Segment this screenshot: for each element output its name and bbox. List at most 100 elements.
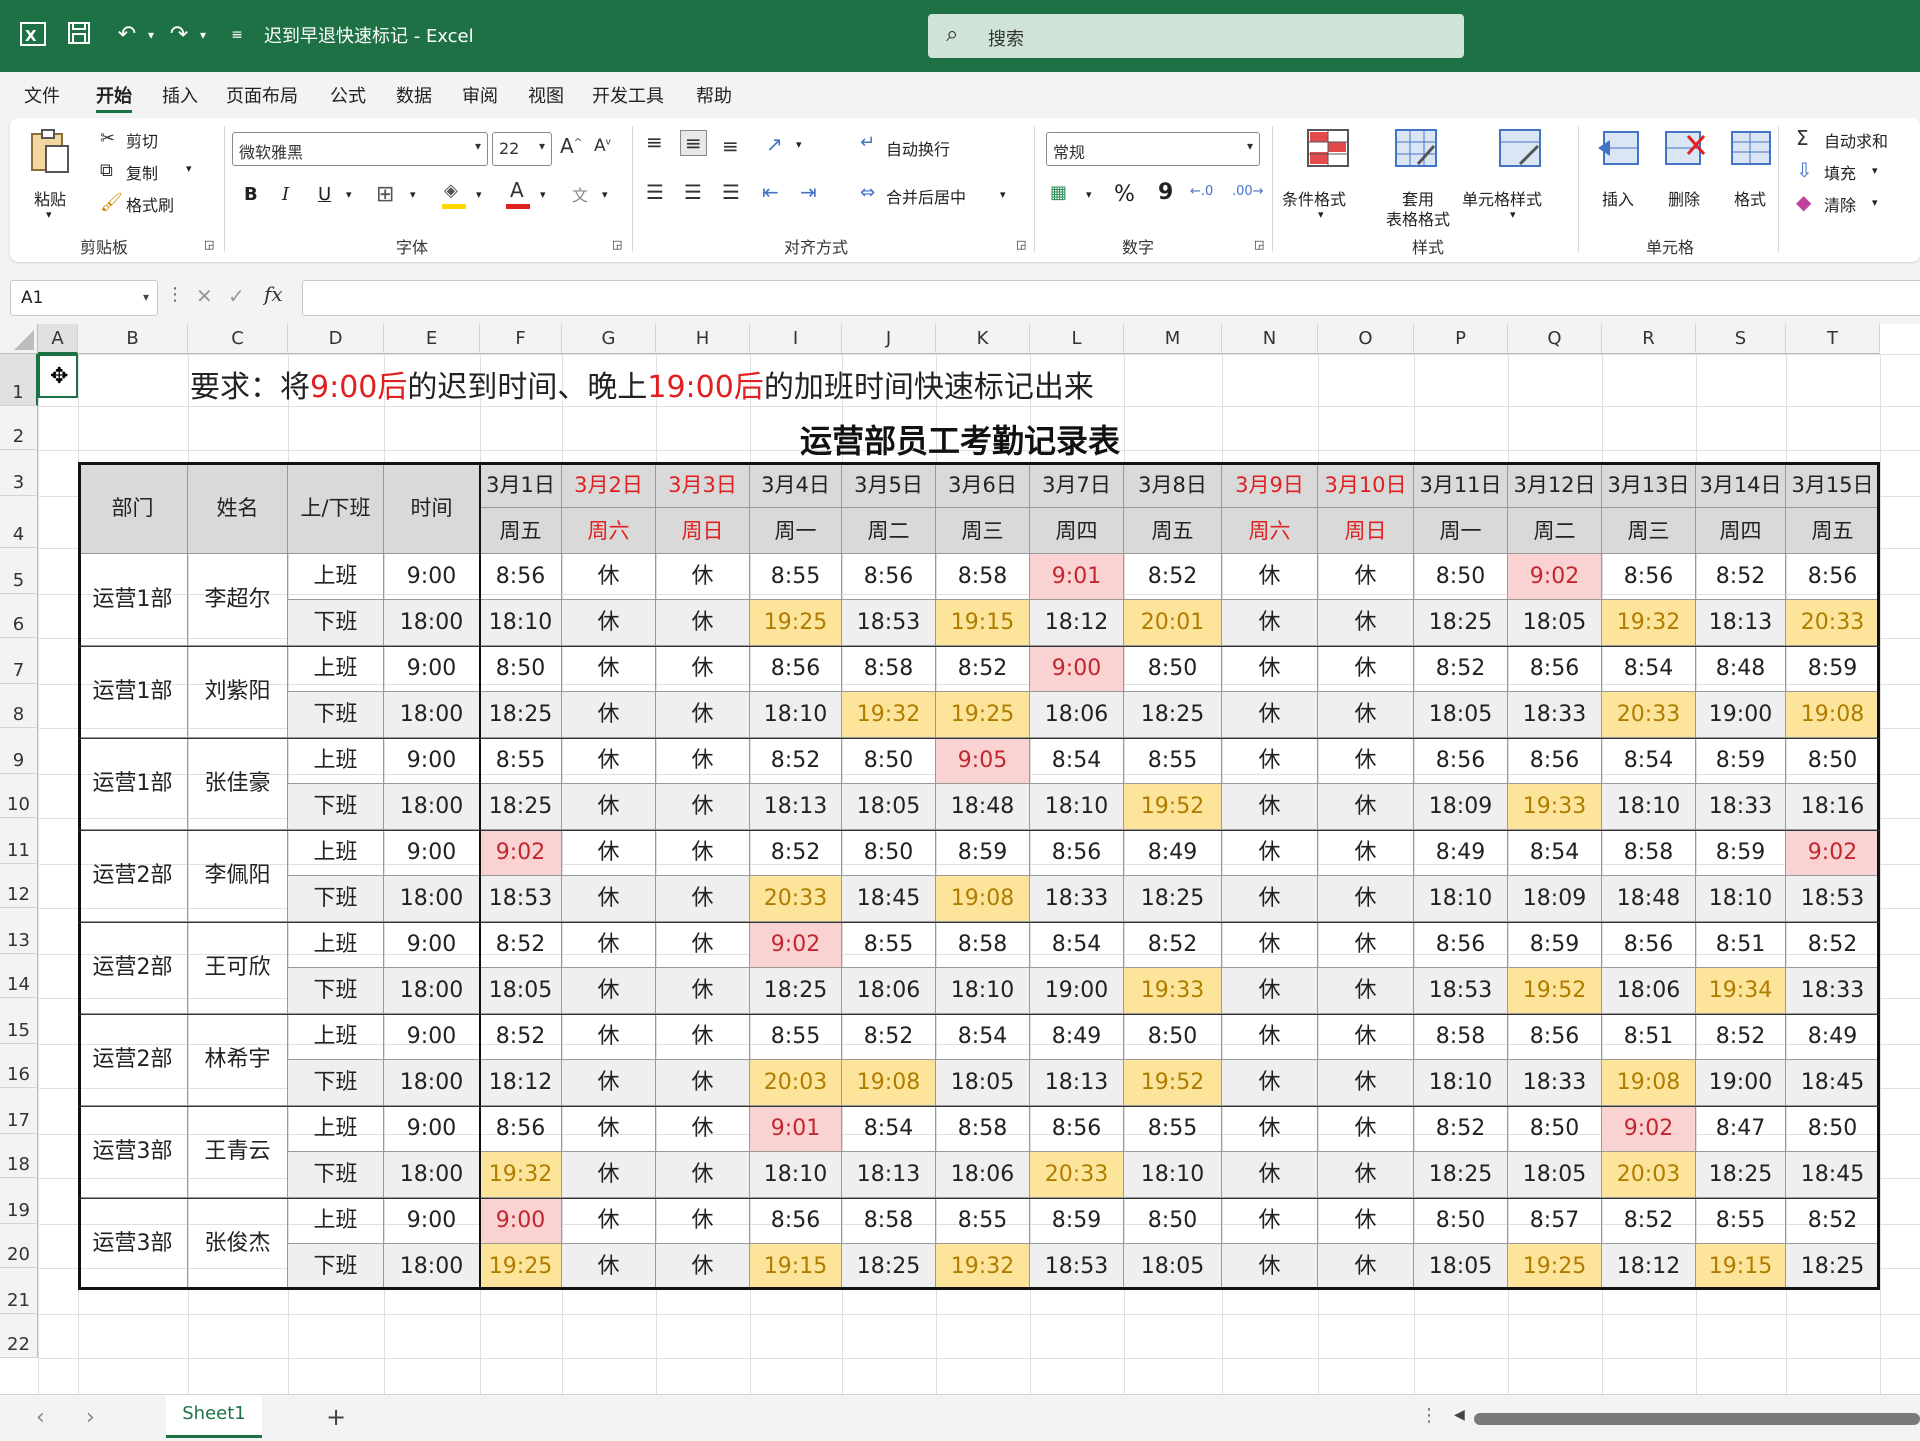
clock-out-cell[interactable]: 休 bbox=[562, 1152, 656, 1198]
clock-in-cell[interactable]: 8:50 bbox=[842, 830, 936, 876]
row-header-17[interactable]: 17 bbox=[0, 1088, 38, 1134]
clock-in-cell[interactable]: 8:56 bbox=[750, 1198, 842, 1244]
header-date[interactable]: 3月4日 bbox=[750, 462, 842, 508]
clock-in-cell[interactable]: 休 bbox=[1222, 1106, 1318, 1152]
std-time-on-cell[interactable]: 9:00 bbox=[384, 646, 480, 692]
clock-out-cell[interactable]: 18:05 bbox=[1508, 600, 1602, 646]
dept-cell[interactable]: 运营2部 bbox=[78, 1014, 188, 1106]
row-header-20[interactable]: 20 bbox=[0, 1224, 38, 1268]
name-box[interactable]: A1 ▾ bbox=[10, 280, 158, 316]
clock-out-cell[interactable]: 19:00 bbox=[1696, 1060, 1786, 1106]
clock-out-cell[interactable]: 20:33 bbox=[1602, 692, 1696, 738]
shift-on-cell[interactable]: 上班 bbox=[288, 738, 384, 784]
clock-out-cell[interactable]: 18:45 bbox=[1786, 1060, 1880, 1106]
clock-out-cell[interactable]: 休 bbox=[1318, 600, 1414, 646]
fill-button[interactable]: 填充 bbox=[1824, 160, 1856, 184]
clock-out-cell[interactable]: 19:32 bbox=[1602, 600, 1696, 646]
font-color-button[interactable]: A bbox=[504, 178, 534, 212]
fill-color-button[interactable]: ◈ bbox=[440, 180, 470, 212]
header-weekday[interactable]: 周五 bbox=[480, 508, 562, 554]
clock-out-cell[interactable]: 18:06 bbox=[1030, 692, 1124, 738]
header-date[interactable]: 3月7日 bbox=[1030, 462, 1124, 508]
shift-on-cell[interactable]: 上班 bbox=[288, 922, 384, 968]
clock-out-cell[interactable]: 休 bbox=[1318, 876, 1414, 922]
name-cell[interactable]: 李超尔 bbox=[188, 554, 288, 646]
clock-out-cell[interactable]: 18:13 bbox=[1696, 600, 1786, 646]
delete-cells-button[interactable]: 删除 bbox=[1654, 128, 1716, 228]
column-header-f[interactable]: F bbox=[480, 324, 562, 354]
column-header-s[interactable]: S bbox=[1696, 324, 1786, 354]
column-header-c[interactable]: C bbox=[188, 324, 288, 354]
clock-in-cell[interactable]: 8:58 bbox=[1414, 1014, 1508, 1060]
clock-in-cell[interactable]: 8:55 bbox=[842, 922, 936, 968]
clock-in-cell[interactable]: 8:50 bbox=[1508, 1106, 1602, 1152]
search-box[interactable]: ⌕ 搜索 bbox=[928, 14, 1464, 58]
row-header-5[interactable]: 5 bbox=[0, 548, 38, 594]
clock-in-cell[interactable]: 8:52 bbox=[480, 922, 562, 968]
row-header-1[interactable]: 1 bbox=[0, 354, 38, 406]
clock-out-cell[interactable]: 18:10 bbox=[1414, 876, 1508, 922]
clock-out-cell[interactable]: 19:33 bbox=[1124, 968, 1222, 1014]
shift-on-cell[interactable]: 上班 bbox=[288, 1014, 384, 1060]
clock-out-cell[interactable]: 18:12 bbox=[1030, 600, 1124, 646]
clock-in-cell[interactable]: 8:56 bbox=[480, 1106, 562, 1152]
clock-in-cell[interactable]: 8:49 bbox=[1030, 1014, 1124, 1060]
header-date[interactable]: 3月6日 bbox=[936, 462, 1030, 508]
accounting-format-icon[interactable]: ▦ bbox=[1050, 182, 1067, 203]
undo-dropdown-icon[interactable]: ▾ bbox=[136, 20, 166, 50]
column-header-e[interactable]: E bbox=[384, 324, 480, 354]
align-left-icon[interactable]: ☰ bbox=[646, 180, 664, 204]
clock-out-cell[interactable]: 18:25 bbox=[842, 1244, 936, 1290]
clock-in-cell[interactable]: 8:56 bbox=[1030, 830, 1124, 876]
column-header-m[interactable]: M bbox=[1124, 324, 1222, 354]
clock-in-cell[interactable]: 8:57 bbox=[1508, 1198, 1602, 1244]
shift-off-cell[interactable]: 下班 bbox=[288, 784, 384, 830]
clock-in-cell[interactable]: 休 bbox=[562, 922, 656, 968]
column-header-j[interactable]: J bbox=[842, 324, 936, 354]
header-weekday[interactable]: 周五 bbox=[1786, 508, 1880, 554]
clock-out-cell[interactable]: 休 bbox=[1222, 968, 1318, 1014]
clock-in-cell[interactable]: 9:02 bbox=[1602, 1106, 1696, 1152]
clock-out-cell[interactable]: 休 bbox=[656, 784, 750, 830]
clock-out-cell[interactable]: 19:25 bbox=[750, 600, 842, 646]
clock-out-cell[interactable]: 18:53 bbox=[842, 600, 936, 646]
clock-out-cell[interactable]: 休 bbox=[562, 968, 656, 1014]
alignment-launcher-icon[interactable]: ◲ bbox=[1016, 238, 1026, 251]
insert-cells-button[interactable]: 插入 bbox=[1588, 128, 1650, 228]
clock-in-cell[interactable]: 8:52 bbox=[1696, 554, 1786, 600]
row-header-7[interactable]: 7 bbox=[0, 638, 38, 684]
clock-out-cell[interactable]: 18:48 bbox=[936, 784, 1030, 830]
clock-out-cell[interactable]: 18:33 bbox=[1508, 692, 1602, 738]
clock-out-cell[interactable]: 休 bbox=[1222, 1244, 1318, 1290]
clock-out-cell[interactable]: 休 bbox=[656, 968, 750, 1014]
row-header-13[interactable]: 13 bbox=[0, 908, 38, 954]
clock-out-cell[interactable]: 休 bbox=[1318, 692, 1414, 738]
clock-out-cell[interactable]: 18:09 bbox=[1414, 784, 1508, 830]
header-date[interactable]: 3月11日 bbox=[1414, 462, 1508, 508]
clock-out-cell[interactable]: 18:53 bbox=[1786, 876, 1880, 922]
clock-in-cell[interactable]: 8:49 bbox=[1124, 830, 1222, 876]
clock-in-cell[interactable]: 休 bbox=[562, 738, 656, 784]
std-time-off-cell[interactable]: 18:00 bbox=[384, 784, 480, 830]
header-weekday[interactable]: 周六 bbox=[1222, 508, 1318, 554]
clock-out-cell[interactable]: 18:10 bbox=[1602, 784, 1696, 830]
conditional-formatting-button[interactable]: 条件格式 ▾ bbox=[1282, 128, 1372, 228]
clock-in-cell[interactable]: 8:52 bbox=[1696, 1014, 1786, 1060]
shift-on-cell[interactable]: 上班 bbox=[288, 830, 384, 876]
row-header-21[interactable]: 21 bbox=[0, 1268, 38, 1314]
percent-button[interactable]: % bbox=[1114, 182, 1135, 207]
clock-out-cell[interactable]: 18:09 bbox=[1508, 876, 1602, 922]
merge-dropdown-icon[interactable]: ▾ bbox=[1000, 188, 1006, 201]
column-header-d[interactable]: D bbox=[288, 324, 384, 354]
std-time-on-cell[interactable]: 9:00 bbox=[384, 1014, 480, 1060]
clock-in-cell[interactable]: 9:00 bbox=[480, 1198, 562, 1244]
clock-out-cell[interactable]: 休 bbox=[656, 600, 750, 646]
clock-in-cell[interactable]: 8:58 bbox=[936, 554, 1030, 600]
clock-in-cell[interactable]: 8:54 bbox=[1602, 646, 1696, 692]
clock-out-cell[interactable]: 18:53 bbox=[480, 876, 562, 922]
dept-cell[interactable]: 运营1部 bbox=[78, 646, 188, 738]
std-time-off-cell[interactable]: 18:00 bbox=[384, 1060, 480, 1106]
clock-out-cell[interactable]: 18:10 bbox=[1696, 876, 1786, 922]
clock-in-cell[interactable]: 8:56 bbox=[1602, 922, 1696, 968]
clock-out-cell[interactable]: 休 bbox=[562, 692, 656, 738]
